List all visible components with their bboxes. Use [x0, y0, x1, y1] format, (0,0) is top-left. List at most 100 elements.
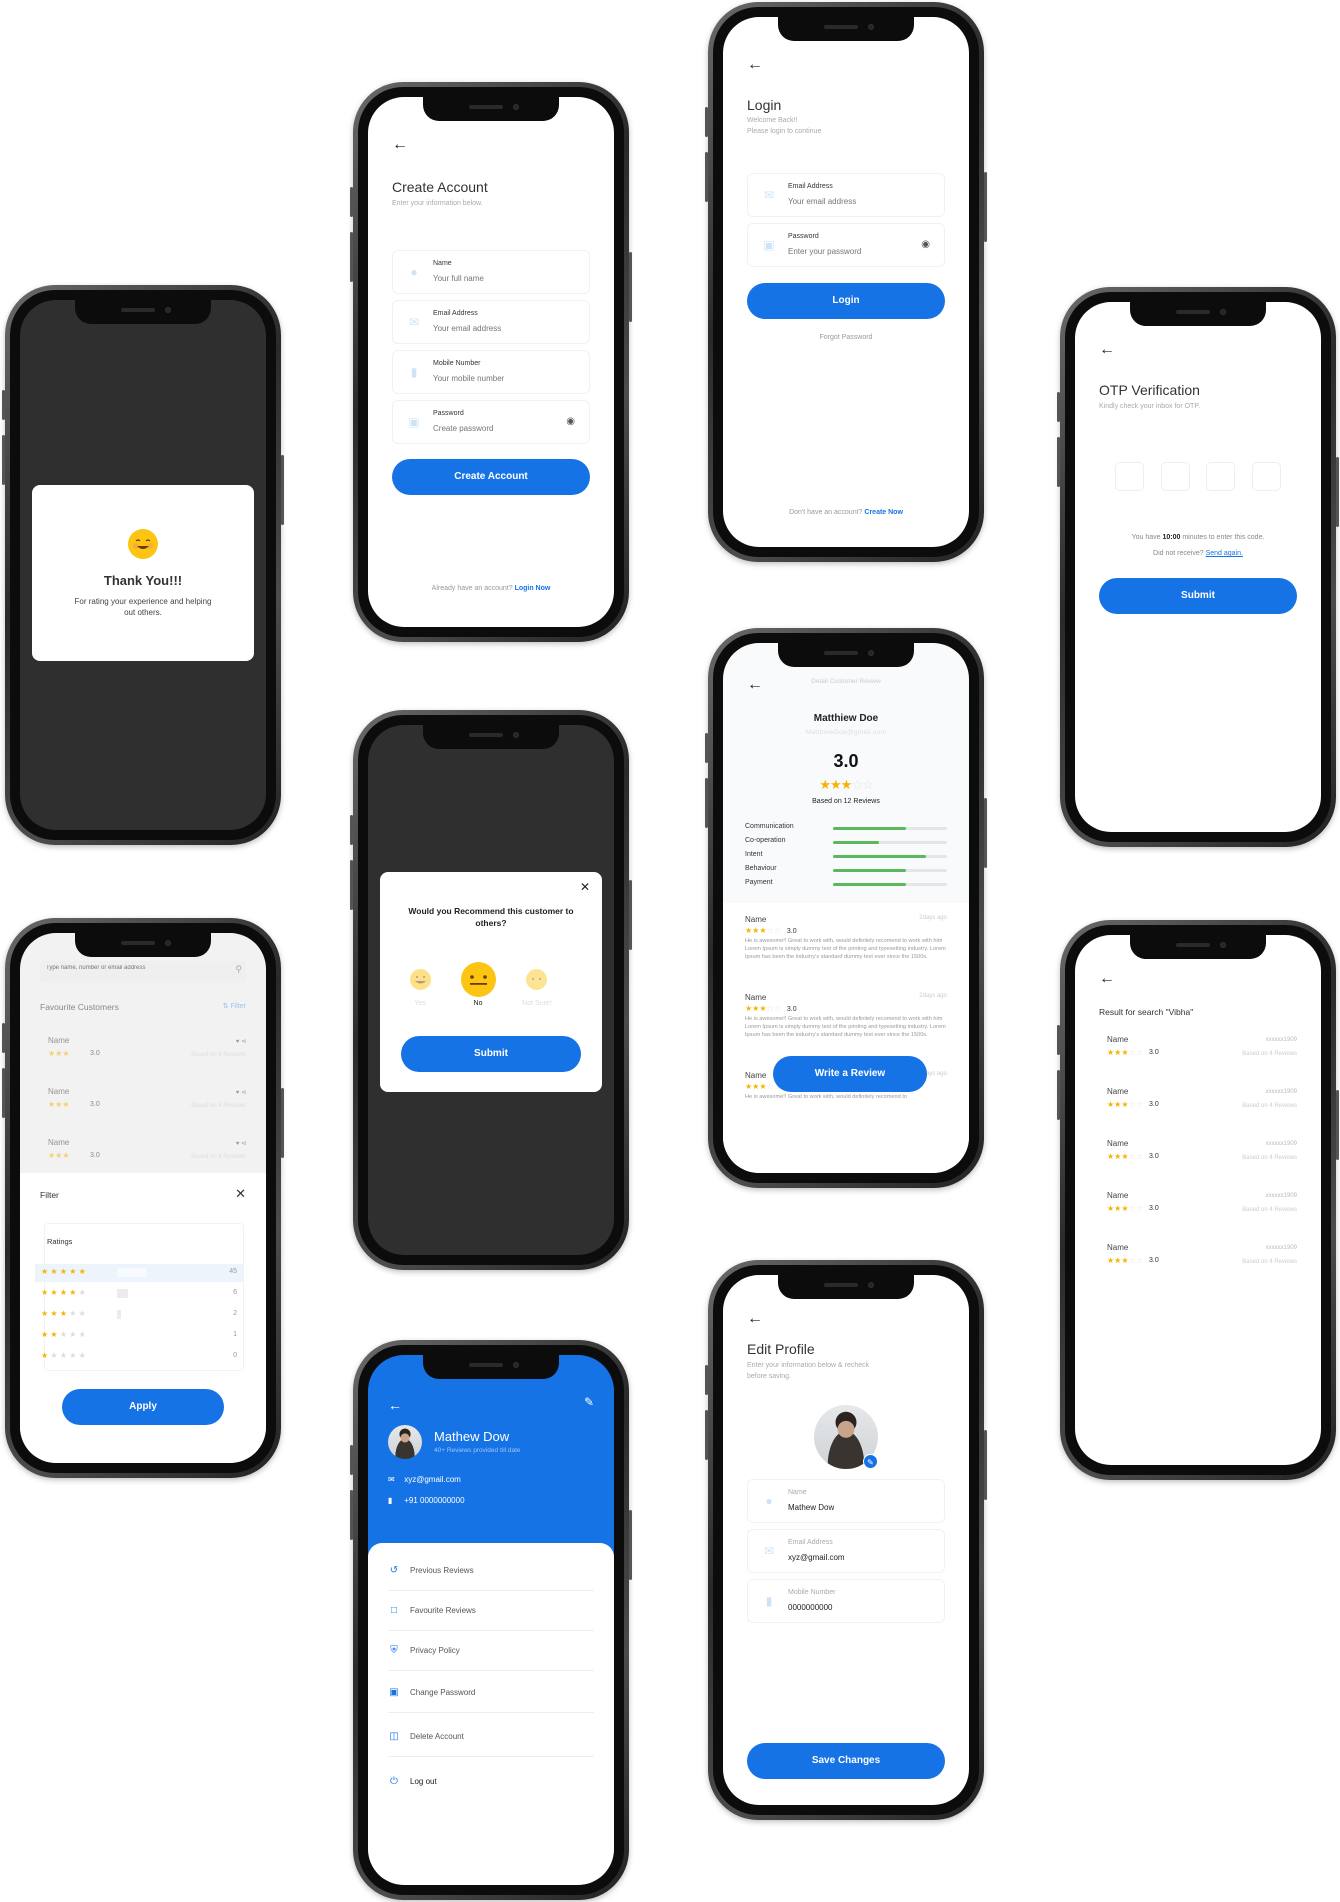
name-input[interactable] — [433, 274, 563, 283]
list-item[interactable]: Name ★★★☆☆ 3.0 xxxxxx1909 Based on 4 Reviews — [1107, 1191, 1297, 1231]
password-input[interactable] — [788, 247, 918, 256]
arrow-left-icon[interactable]: ← — [1099, 971, 1115, 987]
list-item[interactable]: Name ★★★ 3.0 ♥ ⊲ Based on 4 Reviews — [48, 1087, 246, 1127]
list-item[interactable]: Name ★★★ 3.0 ♥ ⊲ Based on 4 Reviews — [48, 1036, 246, 1076]
filter-button[interactable]: ⇅ Filter — [223, 1002, 246, 1010]
search-icon[interactable]: ⚲ — [235, 964, 242, 975]
write-review-button[interactable]: Write a Review — [773, 1056, 927, 1092]
rating-filter-row[interactable]: ★ ★ ★ ★ ★ 45 — [35, 1264, 243, 1282]
heart-icon[interactable]: ♥ — [236, 1141, 240, 1147]
mobile-field[interactable]: ▮ Mobile Number — [747, 1579, 945, 1623]
option-not-sure[interactable]: Not Sure! — [516, 1000, 558, 1007]
menu-delete-account[interactable]: ◫ Delete Account — [388, 1717, 594, 1757]
heart-icon[interactable]: ♥ — [236, 1039, 240, 1045]
reviewer-name: Name — [745, 993, 767, 1002]
menu-privacy-policy[interactable]: ⛨ Privacy Policy — [388, 1631, 594, 1671]
neutral-face-icon[interactable] — [461, 962, 496, 997]
email-field[interactable]: ✉ Email Address — [747, 1529, 945, 1573]
rating-stars: ★ ★ ★ ★ ★ — [41, 1309, 86, 1318]
otp-digit-3[interactable] — [1206, 462, 1236, 491]
lock-icon: ▣ — [408, 415, 420, 429]
email-field[interactable]: ✉ Email Address — [747, 173, 945, 217]
arrow-left-icon[interactable]: ← — [1099, 342, 1115, 358]
submit-button[interactable]: Submit — [401, 1036, 581, 1072]
menu-label: Favourite Reviews — [410, 1606, 476, 1615]
phone-icon: ▮ — [765, 1594, 773, 1608]
list-item[interactable]: Name ★★★ 3.0 ♥ ⊲ Based on 4 Reviews — [48, 1138, 246, 1178]
password-field[interactable]: ▣ Password ◉ — [747, 223, 945, 267]
mobile-input[interactable] — [788, 1603, 918, 1612]
share-icon[interactable]: ⊲ — [241, 1039, 246, 1045]
otp-digit-4[interactable] — [1251, 462, 1281, 491]
email-input[interactable] — [788, 1553, 918, 1562]
avatar-editor[interactable]: ✎ — [814, 1405, 878, 1469]
edit-avatar-icon[interactable]: ✎ — [863, 1454, 878, 1469]
menu-log-out[interactable]: ⏻ Log out — [388, 1762, 594, 1802]
option-yes[interactable]: Yes — [400, 1000, 440, 1007]
unsure-face-icon[interactable] — [526, 969, 547, 990]
share-icon[interactable]: ⊲ — [241, 1090, 246, 1096]
login-prompt-text: Already have an account? — [431, 585, 513, 592]
arrow-left-icon[interactable]: ← — [388, 1397, 402, 1413]
share-icon[interactable]: ⊲ — [241, 1141, 246, 1147]
phone-otp: ← OTP Verification Kindly check your inb… — [1057, 287, 1339, 847]
menu-favourite-reviews[interactable]: □ Favourite Reviews — [388, 1591, 594, 1631]
pencil-icon[interactable]: ✎ — [584, 1395, 594, 1409]
profile-phone-row: ▮ +91 0000000000 — [388, 1496, 465, 1505]
eye-icon[interactable]: ◉ — [921, 239, 930, 250]
option-no[interactable]: No — [458, 1000, 498, 1007]
search-bar[interactable]: ⚲ — [40, 961, 246, 983]
arrow-left-icon[interactable]: ← — [392, 137, 408, 153]
list-item[interactable]: Name ★★★☆☆ 3.0 xxxxxx1909 Based on 4 Reviews — [1107, 1035, 1297, 1075]
close-icon[interactable]: ✕ — [580, 880, 590, 894]
phone-login: ← Login Welcome Back!! Please login to c… — [705, 2, 987, 562]
password-input[interactable] — [433, 424, 563, 433]
page-title: Edit Profile — [747, 1341, 815, 1357]
name-input[interactable] — [788, 1503, 918, 1512]
eye-icon[interactable]: ◉ — [566, 416, 575, 427]
review-count: Based on 4 Reviews — [1242, 1207, 1297, 1213]
password-field[interactable]: ▣ Password ◉ — [392, 400, 590, 444]
name-field[interactable]: ● Name — [747, 1479, 945, 1523]
rating-filter-row[interactable]: ★ ★ ★ ★ ★ 0 — [35, 1348, 243, 1366]
lock-icon: ▣ — [389, 1687, 399, 1698]
name-field[interactable]: ● Name — [392, 250, 590, 294]
close-icon[interactable]: ✕ — [235, 1186, 246, 1202]
reviews-list: Name 2days ago ★★★☆☆ 3.0 He is awesome!! … — [723, 903, 969, 1173]
arrow-left-icon[interactable]: ← — [747, 1311, 763, 1327]
login-now-link[interactable]: Login Now — [515, 585, 551, 592]
apply-button[interactable]: Apply — [62, 1389, 224, 1425]
submit-button[interactable]: Submit — [1099, 578, 1297, 614]
create-now-link[interactable]: Create Now — [864, 509, 903, 516]
email-field[interactable]: ✉ Email Address — [392, 300, 590, 344]
menu-previous-reviews[interactable]: ↺ Previous Reviews — [388, 1551, 594, 1591]
forgot-password-link[interactable]: Forgot Password — [723, 334, 969, 341]
happy-face-icon[interactable] — [410, 969, 431, 990]
rating-value: 3.0 — [1149, 1257, 1159, 1264]
email-input[interactable] — [433, 324, 563, 333]
otp-digit-2[interactable] — [1160, 462, 1190, 491]
menu-change-password[interactable]: ▣ Change Password — [388, 1673, 594, 1713]
reviewer-name: Name — [745, 915, 767, 924]
metric-label: Payment — [745, 879, 773, 886]
list-item[interactable]: Name ★★★☆☆ 3.0 xxxxxx1909 Based on 4 Reviews — [1107, 1243, 1297, 1283]
customer-name: Name — [1107, 1191, 1129, 1200]
create-account-button[interactable]: Create Account — [392, 459, 590, 495]
rating-filter-row[interactable]: ★ ★ ★ ★ ★ 2 — [35, 1306, 243, 1324]
mobile-field[interactable]: ▮ Mobile Number — [392, 350, 590, 394]
email-input[interactable] — [788, 197, 918, 206]
search-input[interactable] — [46, 965, 196, 971]
rating-filter-row[interactable]: ★ ★ ★ ★ ★ 1 — [35, 1327, 243, 1345]
otp-digit-1[interactable] — [1115, 462, 1144, 491]
arrow-left-icon[interactable]: ← — [747, 57, 763, 73]
power-icon: ⏻ — [390, 1776, 398, 1787]
list-item[interactable]: Name ★★★☆☆ 3.0 xxxxxx1909 Based on 4 Reviews — [1107, 1087, 1297, 1127]
metric-label: Intent — [745, 851, 763, 858]
list-item[interactable]: Name ★★★☆☆ 3.0 xxxxxx1909 Based on 4 Reviews — [1107, 1139, 1297, 1179]
rating-filter-row[interactable]: ★ ★ ★ ★ ★ 6 — [35, 1285, 243, 1303]
login-button[interactable]: Login — [747, 283, 945, 319]
save-changes-button[interactable]: Save Changes — [747, 1743, 945, 1779]
send-again-link[interactable]: Send again. — [1206, 550, 1243, 557]
mobile-input[interactable] — [433, 374, 563, 383]
heart-icon[interactable]: ♥ — [236, 1090, 240, 1096]
